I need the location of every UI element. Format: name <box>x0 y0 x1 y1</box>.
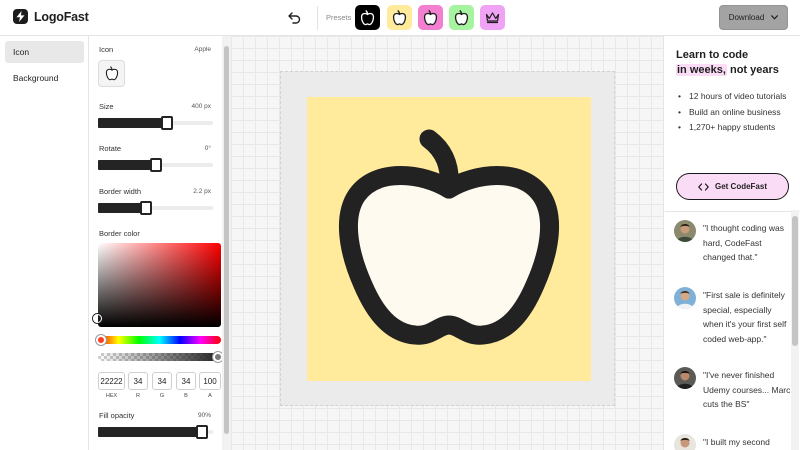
rotate-slider-fill <box>98 160 156 170</box>
rotate-value: 0° <box>204 145 211 152</box>
avatar <box>674 287 696 309</box>
divider <box>665 211 800 212</box>
fill-opacity-value: 90% <box>197 412 211 419</box>
border-width-label: Border width <box>99 187 142 196</box>
hex-caption: HEX <box>105 393 118 399</box>
cta-label: Get CodeFast <box>714 182 767 191</box>
border-color-label: Border color <box>99 229 140 238</box>
preset-4[interactable] <box>449 5 474 30</box>
avatar <box>674 434 696 450</box>
avatar <box>674 220 696 242</box>
preset-5[interactable] <box>480 5 505 30</box>
size-slider-fill <box>98 118 167 128</box>
list-item: Build an online business <box>676 105 798 120</box>
sidebar-item-label: Background <box>13 73 59 83</box>
artboard <box>280 71 615 406</box>
alpha-slider-thumb[interactable] <box>213 352 222 362</box>
undo-button[interactable] <box>286 10 302 26</box>
fill-opacity-slider-fill <box>98 427 202 437</box>
border-width-slider-thumb[interactable] <box>140 201 153 215</box>
list-item: 1,270+ happy students <box>676 120 798 135</box>
promo-headline: Learn to code in weeks, not years <box>676 49 779 76</box>
download-button[interactable]: Download <box>719 5 788 30</box>
size-value: 400 px <box>191 103 211 110</box>
canvas-area <box>231 36 664 450</box>
alpha-input[interactable]: 100 <box>199 372 221 390</box>
border-width-slider[interactable] <box>98 201 213 215</box>
settings-panel: Icon Apple Size 400 px Rotate 0° Border … <box>89 36 222 450</box>
color-picker-handle[interactable] <box>93 314 102 323</box>
hue-slider-thumb[interactable] <box>96 335 106 345</box>
sidebar: Icon Background <box>0 36 89 450</box>
hex-input[interactable]: 22222 <box>98 372 125 390</box>
fill-opacity-slider-thumb[interactable] <box>195 425 208 439</box>
preset-2[interactable] <box>387 5 412 30</box>
apple-icon <box>338 129 560 345</box>
undo-icon <box>287 12 300 24</box>
preset-1[interactable] <box>355 5 380 30</box>
apple-icon <box>360 9 375 25</box>
rotate-slider-thumb[interactable] <box>149 158 162 172</box>
chevron-down-icon <box>771 15 779 20</box>
get-codefast-button[interactable]: Get CodeFast <box>676 173 789 200</box>
top-bar: LogoFast Presets Download <box>0 0 800 36</box>
fill-opacity-slider[interactable] <box>98 425 213 439</box>
testimonial-quote: "I've never finished Udemy courses... Ma… <box>703 370 791 409</box>
testimonial-quote: "First sale is definitely special, espec… <box>703 290 787 344</box>
presets-label: Presets <box>326 13 352 22</box>
alpha-caption: A <box>208 393 212 399</box>
icon-label: Icon <box>99 45 114 54</box>
green-input[interactable]: 34 <box>152 372 172 390</box>
apple-icon <box>454 9 469 25</box>
rotate-label: Rotate <box>99 144 122 153</box>
logo-preview <box>307 97 591 381</box>
blue-input[interactable]: 34 <box>176 372 196 390</box>
red-caption: R <box>136 393 140 399</box>
size-slider-thumb[interactable] <box>161 116 173 130</box>
apple-icon <box>105 66 118 81</box>
avatar <box>674 367 696 389</box>
settings-scrollbar[interactable] <box>222 36 231 450</box>
red-input[interactable]: 34 <box>128 372 148 390</box>
app-logo[interactable]: LogoFast <box>13 9 89 24</box>
sidebar-item-label: Icon <box>13 47 30 57</box>
icon-value: Apple <box>194 46 211 53</box>
toolbar-divider <box>317 6 318 30</box>
sidebar-item-icon[interactable]: Icon <box>5 41 84 63</box>
saturation-value-picker[interactable] <box>93 243 221 327</box>
alpha-slider[interactable] <box>98 352 222 362</box>
crown-icon <box>485 12 500 24</box>
lightning-icon <box>13 9 28 24</box>
promo-bullets: 12 hours of video tutorials Build an onl… <box>676 89 798 136</box>
hue-slider[interactable] <box>96 335 221 345</box>
icon-selector-button[interactable] <box>98 60 125 87</box>
border-width-value: 2.2 px <box>193 188 211 195</box>
code-icon <box>698 182 709 191</box>
testimonial-quote: "I built my second <box>703 437 770 447</box>
download-label: Download <box>728 13 765 22</box>
size-label: Size <box>99 102 114 111</box>
blue-caption: B <box>184 393 188 399</box>
testimonial-quote: "I thought coding was hard, CodeFast cha… <box>703 223 784 262</box>
promo-scrollbar[interactable] <box>791 210 799 450</box>
settings-scrollbar-thumb[interactable] <box>224 46 229 434</box>
promo-scrollbar-thumb[interactable] <box>792 216 798 346</box>
border-width-slider-fill <box>98 203 147 213</box>
rotate-slider[interactable] <box>98 158 213 172</box>
sidebar-item-background[interactable]: Background <box>5 67 84 89</box>
size-slider[interactable] <box>98 116 213 130</box>
promo-panel: Learn to code in weeks, not years 12 hou… <box>665 36 800 450</box>
headline-highlight: in weeks, <box>676 64 727 76</box>
list-item: 12 hours of video tutorials <box>676 89 798 104</box>
green-caption: G <box>159 393 165 399</box>
preset-3[interactable] <box>418 5 443 30</box>
apple-icon <box>423 9 438 25</box>
apple-icon <box>392 9 407 25</box>
fill-opacity-label: Fill opacity <box>99 411 135 420</box>
app-name: LogoFast <box>34 9 89 24</box>
